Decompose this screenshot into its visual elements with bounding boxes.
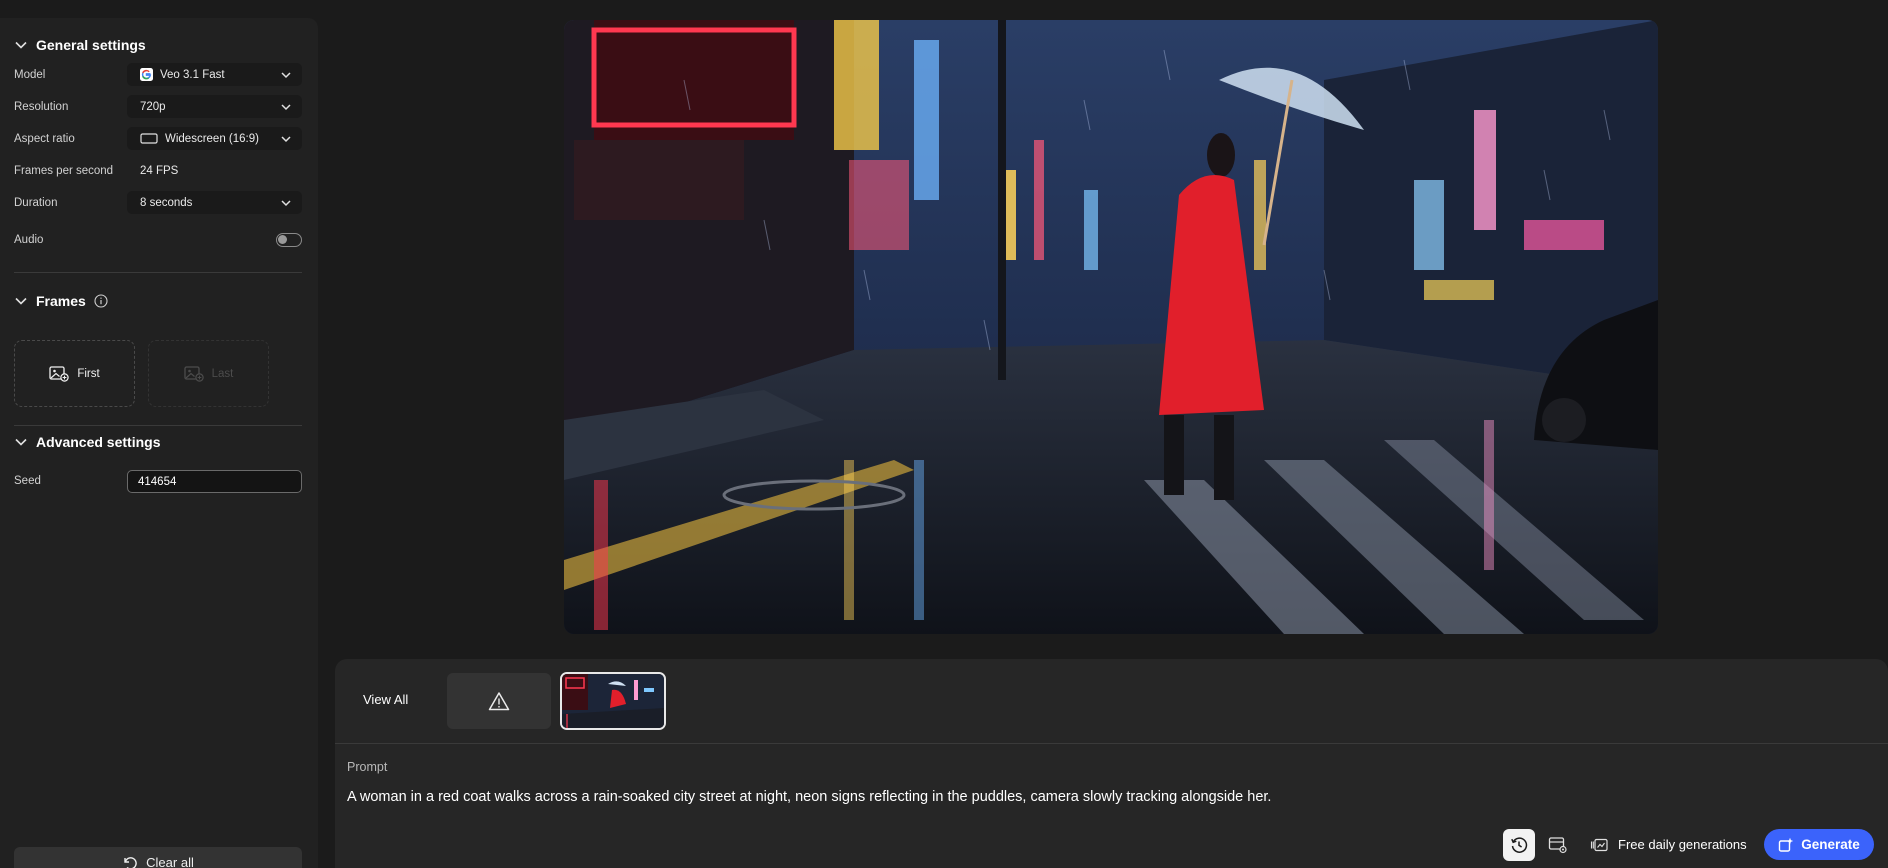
add-image-icon [183, 366, 204, 382]
add-image-icon [49, 366, 70, 382]
audio-toggle[interactable] [276, 233, 302, 247]
first-frame-label: First [77, 367, 100, 380]
failed-generation-thumbnail[interactable] [447, 673, 551, 729]
duration-label: Duration [14, 197, 58, 209]
chevron-down-icon [281, 135, 291, 142]
divider [14, 272, 302, 273]
audio-label: Audio [14, 234, 44, 246]
last-frame-slot[interactable]: Last [148, 340, 269, 407]
warning-icon [488, 692, 510, 711]
divider [14, 425, 302, 426]
thumbnail-image [562, 674, 664, 728]
chevron-down-icon [15, 41, 27, 49]
prompt-label: Prompt [347, 760, 388, 774]
fps-value: 24 FPS [140, 165, 179, 177]
seed-input[interactable] [127, 470, 302, 493]
aspect-ratio-dropdown[interactable]: Widescreen (16:9) [127, 127, 302, 150]
divider [335, 743, 1888, 744]
credits-icon [1590, 838, 1608, 851]
free-generations-label: Free daily generations [1618, 837, 1747, 852]
first-frame-slot[interactable]: First [14, 340, 135, 407]
generated-video-preview[interactable] [564, 20, 1658, 634]
advanced-settings-header[interactable]: Advanced settings [14, 434, 160, 450]
info-icon[interactable] [94, 294, 108, 308]
advanced-settings-title: Advanced settings [36, 434, 161, 450]
app-root: General settings Model Veo 3.1 Fast Reso… [0, 0, 1888, 868]
seed-label: Seed [14, 475, 41, 487]
clear-all-button[interactable]: Clear all [14, 847, 302, 868]
chevron-down-icon [281, 199, 291, 206]
fps-label: Frames per second [14, 165, 114, 177]
resolution-dropdown[interactable]: 720p [127, 95, 302, 118]
duration-dropdown[interactable]: 8 seconds [127, 191, 302, 214]
aspect-ratio-label: Aspect ratio [14, 133, 75, 145]
frames-title: Frames [36, 293, 86, 309]
undo-icon [124, 856, 137, 868]
prompt-text[interactable]: A woman in a red coat walks across a rai… [347, 789, 1271, 805]
chevron-down-icon [15, 297, 27, 305]
general-settings-header[interactable]: General settings [14, 37, 146, 53]
google-logo-icon [140, 68, 153, 81]
history-icon [1511, 837, 1528, 853]
model-dropdown[interactable]: Veo 3.1 Fast [127, 63, 302, 86]
duration-value: 8 seconds [140, 196, 193, 209]
resolution-value: 720p [140, 100, 166, 113]
view-all-link[interactable]: View All [363, 692, 408, 707]
general-settings-title: General settings [36, 37, 146, 53]
history-button[interactable] [1503, 829, 1535, 861]
settings-sidebar: General settings Model Veo 3.1 Fast Reso… [0, 18, 318, 868]
aspect-ratio-value: Widescreen (16:9) [165, 132, 259, 145]
model-value: Veo 3.1 Fast [160, 68, 225, 81]
generate-button[interactable]: Generate [1764, 829, 1874, 860]
resolution-label: Resolution [14, 101, 69, 113]
free-daily-generations: Free daily generations [1590, 837, 1747, 852]
generated-video-thumbnail[interactable] [560, 672, 666, 730]
chevron-down-icon [281, 103, 291, 110]
last-frame-label: Last [211, 367, 234, 380]
chevron-down-icon [15, 438, 27, 446]
prompt-panel: View All Prompt A woman in a red coat wa… [335, 659, 1888, 868]
clear-all-label: Clear all [146, 855, 194, 868]
rainy-street-scene-image [564, 20, 1658, 634]
aspect-rect-icon [140, 133, 158, 144]
generate-sparkle-icon [1779, 837, 1794, 852]
model-label: Model [14, 69, 46, 81]
generate-label: Generate [1801, 837, 1860, 852]
generation-settings-button[interactable] [1542, 829, 1574, 861]
chevron-down-icon [281, 71, 291, 78]
frames-header[interactable]: Frames [14, 293, 108, 309]
image-settings-icon [1548, 837, 1567, 854]
